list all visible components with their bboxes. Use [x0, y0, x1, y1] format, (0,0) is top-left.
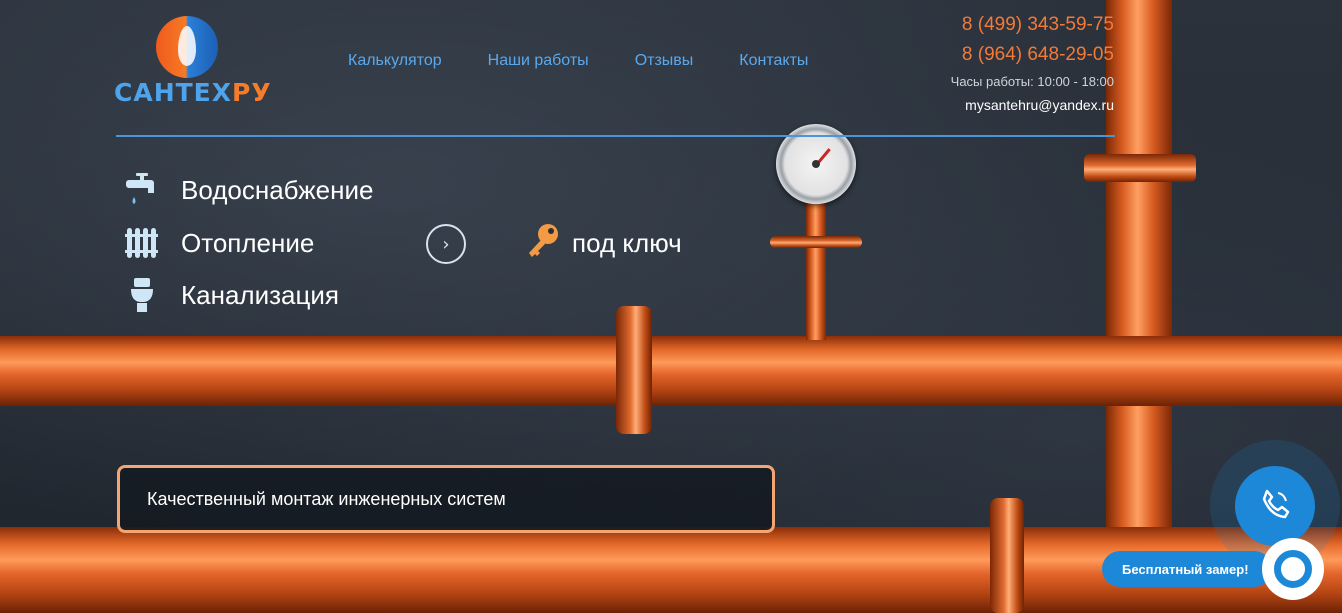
gauge-riser	[806, 200, 826, 340]
tagline-box: Качественный монтаж инженерных систем	[117, 465, 775, 533]
chat-ring-icon	[1274, 550, 1312, 588]
key-icon	[524, 222, 560, 265]
nav-link-calculator[interactable]: Калькулятор	[348, 52, 442, 70]
phone-icon	[1258, 487, 1292, 526]
service-sewerage[interactable]: Канализация	[124, 277, 339, 313]
toilet-icon	[124, 277, 160, 313]
main-nav: Калькулятор Наши работы Отзывы Контакты	[348, 52, 808, 70]
service-label: Водоснабжение	[181, 174, 374, 205]
pipe-vertical	[1106, 0, 1172, 613]
service-label: Отопление	[181, 227, 315, 258]
pipe-horizontal	[0, 336, 1342, 406]
logo[interactable]: САНТЕХРУ	[114, 16, 271, 107]
contacts-block: 8 (499) 343-59-75 8 (964) 648-29-05 Часы…	[951, 10, 1114, 113]
nav-link-contacts[interactable]: Контакты	[739, 52, 808, 70]
tagline-text: Качественный монтаж инженерных систем	[147, 488, 506, 509]
next-arrow-button[interactable]: ›	[426, 224, 466, 264]
chevron-right-icon: ›	[442, 233, 450, 255]
phone-1[interactable]: 8 (499) 343-59-75	[951, 10, 1114, 40]
gauge-valve	[770, 236, 862, 248]
pipe-flange	[990, 498, 1024, 613]
pipe-flange	[616, 306, 652, 434]
service-label: Канализация	[181, 279, 339, 310]
email-link[interactable]: mysantehru@yandex.ru	[951, 97, 1114, 113]
service-heating[interactable]: Отопление	[124, 225, 314, 261]
free-measurement-button[interactable]: Бесплатный замер!	[1102, 551, 1272, 587]
nav-link-reviews[interactable]: Отзывы	[635, 52, 694, 70]
logo-text: САНТЕХРУ	[114, 78, 272, 107]
faucet-icon	[124, 172, 160, 208]
phone-2[interactable]: 8 (964) 648-29-05	[951, 40, 1114, 70]
turnkey-label: под ключ	[572, 228, 682, 258]
service-water-supply[interactable]: Водоснабжение	[124, 172, 373, 208]
radiator-icon	[124, 225, 160, 261]
nav-link-our-works[interactable]: Наши работы	[488, 52, 589, 70]
turnkey-block: под ключ	[524, 222, 682, 265]
callback-button[interactable]	[1235, 466, 1315, 546]
pipe-flange	[1084, 154, 1196, 182]
logo-flame-drop-icon	[156, 16, 218, 78]
working-hours: Часы работы: 10:00 - 18:00	[950, 74, 1114, 89]
chat-widget-button[interactable]	[1262, 538, 1324, 600]
header-divider	[116, 135, 1115, 137]
